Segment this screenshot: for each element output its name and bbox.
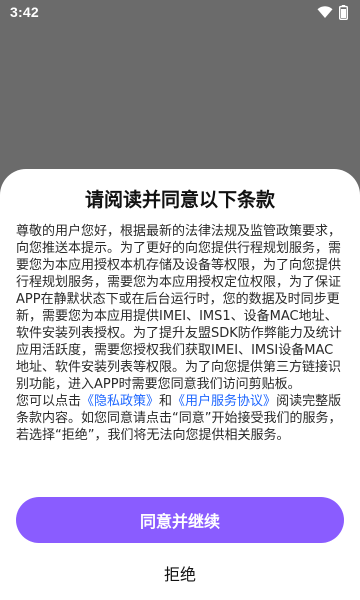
privacy-policy-link[interactable]: 《隐私政策》 xyxy=(81,394,159,409)
dialog-title: 请阅读并同意以下条款 xyxy=(84,190,275,211)
wifi-icon xyxy=(317,5,333,19)
terms-content: 尊敬的用户您好，根据最新的法律法规及监管政策要求，向您推送本提示。为了更好的向您… xyxy=(16,223,344,444)
paragraph-2-and: 和 xyxy=(159,394,173,409)
agree-continue-button[interactable]: 同意并继续 xyxy=(16,497,344,543)
terms-paragraph-2: 您可以点击《隐私政策》和《用户服务协议》阅读完整版条款内容。如您同意请点击“同意… xyxy=(16,393,344,444)
battery-icon xyxy=(339,4,348,20)
terms-paragraph-1: 尊敬的用户您好，根据最新的法律法规及监管政策要求，向您推送本提示。为了更好的向您… xyxy=(16,224,342,392)
user-service-agreement-link[interactable]: 《用户服务协议》 xyxy=(172,394,276,409)
paragraph-2-prefix: 您可以点击 xyxy=(16,394,82,409)
consent-dialog: 请阅读并同意以下条款 尊敬的用户您好，根据最新的法律法规及监管政策要求，向您推送… xyxy=(0,169,360,600)
status-bar: 3:42 xyxy=(0,0,360,24)
status-icons xyxy=(317,4,348,20)
reject-button[interactable]: 拒绝 xyxy=(0,561,360,585)
status-time: 3:42 xyxy=(10,4,39,20)
